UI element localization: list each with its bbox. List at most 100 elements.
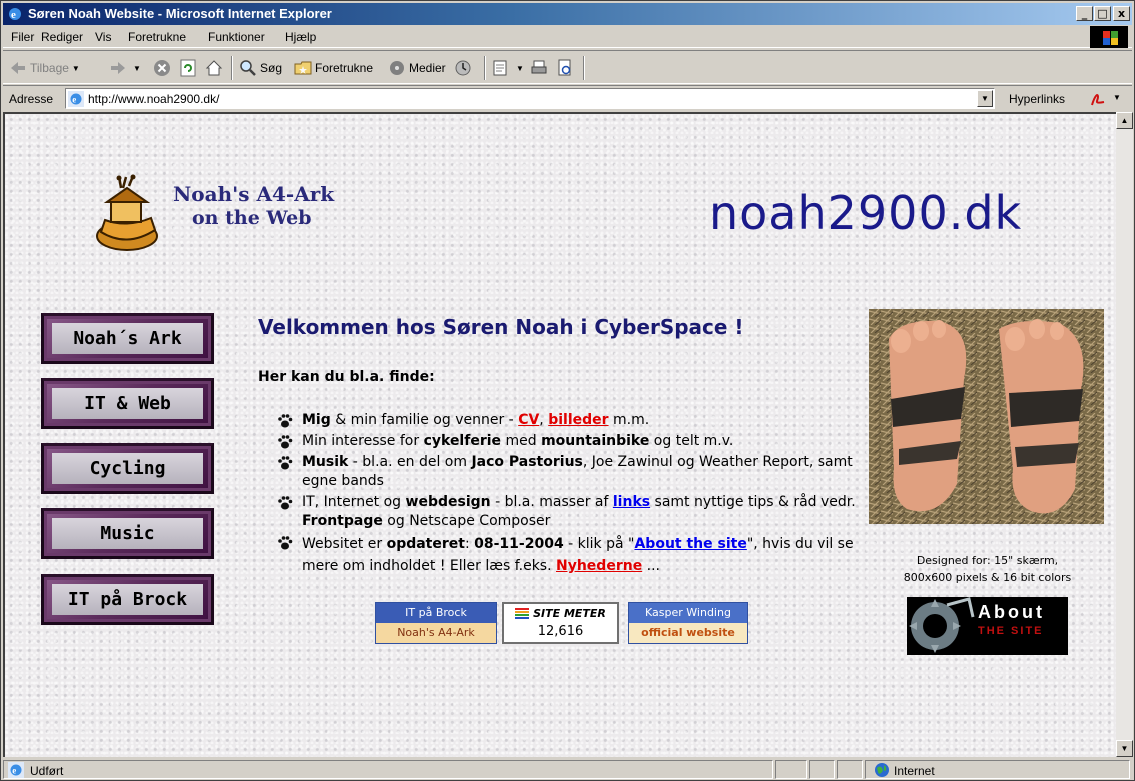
cv-link[interactable]: CV	[518, 412, 539, 428]
update-date: 08-11-2004	[474, 536, 564, 552]
nav-label: Noah´s Ark	[52, 323, 203, 354]
menu-favorites[interactable]: Foretrukne	[128, 30, 186, 44]
bullet-bold: Musik	[302, 454, 349, 470]
badge-top-label: Kasper Winding	[629, 603, 747, 623]
window-title: Søren Noah Website - Microsoft Internet …	[28, 6, 332, 21]
bullet-text: ...	[642, 558, 660, 574]
about-the-site-button[interactable]: About THE SITE	[907, 597, 1068, 655]
bullet-text: IT, Internet og	[302, 494, 406, 510]
bullet-text: m.m.	[608, 412, 650, 428]
forward-button[interactable]: ▼	[109, 57, 141, 79]
site-meter-label: SITE METER	[504, 604, 617, 624]
home-button[interactable]	[205, 57, 226, 79]
kasper-winding-badge[interactable]: Kasper Winding official website	[628, 602, 748, 644]
status-main: e Udført	[3, 760, 773, 779]
links-dropdown-icon[interactable]: ▼	[1113, 93, 1121, 102]
svg-text:e: e	[11, 9, 16, 21]
back-dropdown-icon: ▼	[71, 63, 80, 73]
links-button[interactable]: Hyperlinks	[1009, 92, 1065, 106]
edit-button[interactable]	[556, 57, 577, 79]
bullet-bold: Mig	[302, 412, 331, 428]
print-button[interactable]	[530, 57, 551, 79]
status-panel	[837, 760, 863, 779]
scroll-down-icon[interactable]: ▼	[1116, 740, 1133, 757]
svg-text:e: e	[72, 95, 76, 105]
paw-icon	[278, 496, 293, 510]
site-name: noah2900.dk	[709, 186, 1023, 240]
address-url: http://www.noah2900.dk/	[88, 92, 220, 106]
news-link[interactable]: Nyhederne	[556, 558, 642, 574]
mail-button[interactable]: ▼	[492, 57, 524, 79]
logo-title: Noah's A4-Ark	[173, 182, 335, 206]
home-icon	[205, 60, 223, 76]
pictures-link[interactable]: billeder	[548, 412, 608, 428]
print-icon	[531, 60, 547, 74]
acrobat-icon[interactable]	[1089, 90, 1107, 108]
nav-it-brock-button[interactable]: IT på Brock	[41, 574, 214, 625]
media-icon	[390, 61, 404, 75]
badge-bottom-label: Noah's A4-Ark	[376, 623, 496, 643]
nav-noahs-ark-button[interactable]: Noah´s Ark	[41, 313, 214, 364]
badge-bottom-label: official website	[629, 623, 747, 643]
about-title: About	[978, 602, 1045, 622]
maximize-button[interactable]: □	[1094, 6, 1111, 21]
bullet-text: samt nyttige tips & råd vedr.	[650, 494, 856, 510]
feet-photo	[869, 309, 1104, 524]
feature-list: Mig & min familie og venner - CV, billed…	[277, 411, 867, 579]
links-link[interactable]: links	[613, 494, 650, 510]
close-button[interactable]: x	[1113, 6, 1130, 21]
paw-icon	[278, 435, 293, 449]
site-meter-badge[interactable]: SITE METER 12,616	[502, 602, 619, 644]
mail-dropdown-icon: ▼	[516, 63, 524, 73]
bullet-text: med	[501, 433, 542, 449]
bullet-text: Websitet er	[302, 536, 387, 552]
edit-page-icon	[558, 59, 571, 76]
menu-edit[interactable]: Rediger	[41, 30, 83, 44]
bullet-text: og telt m.v.	[649, 433, 734, 449]
stop-button[interactable]	[153, 57, 174, 79]
refresh-button[interactable]	[179, 57, 200, 79]
favorites-folder-icon	[294, 61, 312, 75]
back-button[interactable]: Tilbage ▼	[9, 57, 80, 79]
forward-arrow-icon	[111, 62, 125, 74]
media-label: Medier	[409, 61, 446, 75]
bullet-bold: Jaco Pastorius	[471, 454, 583, 470]
history-icon	[455, 60, 471, 76]
vertical-scrollbar[interactable]: ▲ ▼	[1116, 112, 1133, 757]
page-icon: e	[68, 91, 84, 107]
menu-help[interactable]: Hjælp	[285, 30, 316, 44]
logo-subtitle: on the Web	[192, 207, 312, 229]
address-dropdown-icon[interactable]: ▼	[977, 90, 993, 107]
windows-logo-icon	[1090, 26, 1128, 48]
about-site-link[interactable]: About the site	[634, 536, 746, 552]
minimize-button[interactable]: _	[1076, 6, 1093, 21]
forward-dropdown-icon: ▼	[133, 63, 141, 73]
nav-music-button[interactable]: Music	[41, 508, 214, 559]
search-button[interactable]: Søg	[239, 57, 282, 79]
history-button[interactable]	[454, 57, 475, 79]
list-item: Mig & min familie og venner - CV, billed…	[277, 411, 867, 430]
site-meter-text: SITE METER	[533, 607, 606, 620]
menu-file[interactable]: Filer	[11, 30, 34, 44]
bullet-text: ,	[539, 412, 549, 428]
mail-icon	[493, 60, 507, 76]
globe-icon	[875, 763, 889, 777]
address-bar: Adresse e http://www.noah2900.dk/ ▼ Hype…	[3, 85, 1132, 110]
list-item: Websitet er opdateret: 08-11-2004 - klik…	[277, 533, 867, 577]
bullet-text: - bl.a. en del om	[348, 454, 472, 470]
menu-tools[interactable]: Funktioner	[208, 30, 265, 44]
menu-view[interactable]: Vis	[95, 30, 111, 44]
paw-icon	[278, 456, 293, 470]
address-input[interactable]: e http://www.noah2900.dk/ ▼	[65, 88, 995, 109]
media-button[interactable]: Medier	[388, 57, 446, 79]
nav-it-web-button[interactable]: IT & Web	[41, 378, 214, 429]
nav-cycling-button[interactable]: Cycling	[41, 443, 214, 494]
it-brock-badge[interactable]: IT på Brock Noah's A4-Ark	[375, 602, 497, 644]
favorites-button[interactable]: Foretrukne	[294, 57, 373, 79]
page-viewport: Noah's A4-Ark on the Web noah2900.dk Noa…	[3, 112, 1116, 757]
ark-logo-icon	[96, 174, 158, 251]
scroll-up-icon[interactable]: ▲	[1116, 112, 1133, 129]
paw-icon	[278, 536, 293, 550]
intro-text: Her kan du bl.a. finde:	[258, 369, 435, 385]
toolbar: Tilbage ▼ ▼ Søg Foretrukne Medier ▼	[3, 50, 1132, 84]
